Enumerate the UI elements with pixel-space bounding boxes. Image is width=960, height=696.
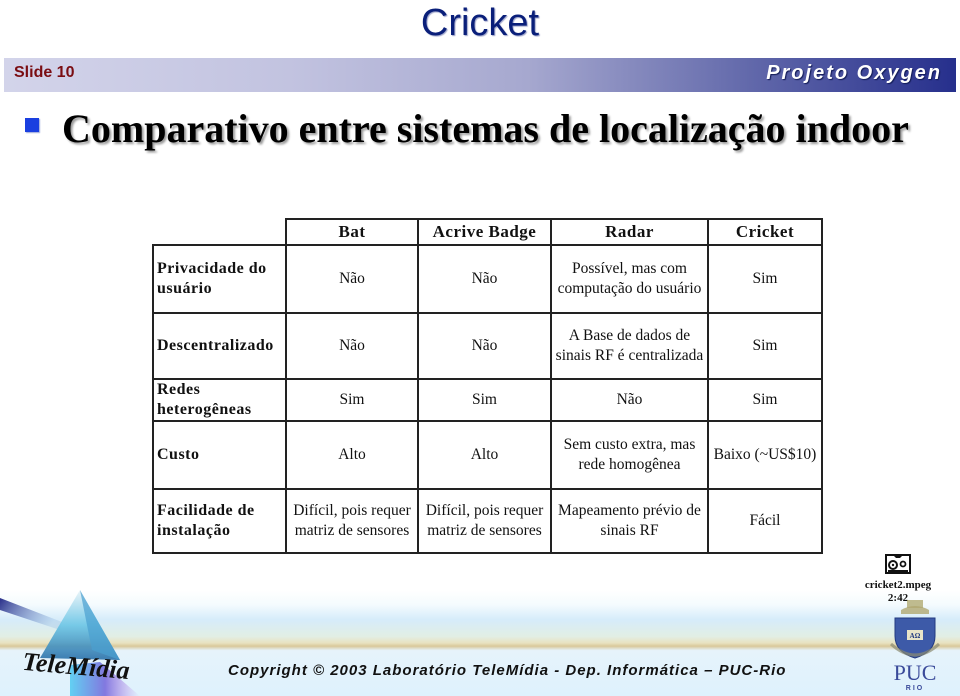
puc-rio-logo: AΩ PUC RIO <box>889 600 941 692</box>
table-cell: Não <box>417 312 552 380</box>
table-row: Privacidade do usuário Não Não Possível,… <box>152 244 823 314</box>
slide-top-title: Cricket <box>420 2 540 44</box>
table-cell: Sim <box>707 244 823 314</box>
table-row: Custo Alto Alto Sem custo extra, mas red… <box>152 420 823 490</box>
bullet-square-icon <box>25 118 39 132</box>
column-header-bat: Bat <box>285 218 419 246</box>
video-file-icon[interactable] <box>884 553 912 575</box>
slide-heading: Comparativo entre sistemas de localizaçã… <box>62 106 909 151</box>
table-cell: Difícil, pois requer matriz de sensores <box>285 488 419 554</box>
table-cell: Sim <box>707 312 823 380</box>
table-row: Facilidade de instalação Difícil, pois r… <box>152 488 823 554</box>
column-header-active-badge: Acrive Badge <box>417 218 552 246</box>
row-header: Custo <box>152 420 287 490</box>
table-cell: Mapeamento prévio de sinais RF <box>550 488 709 554</box>
header-band: Slide 10 Projeto Oxygen <box>4 58 956 92</box>
table-cell: Sim <box>707 378 823 422</box>
table-row: Redes heterogêneas Sim Sim Não Sim <box>152 378 823 422</box>
svg-text:RIO: RIO <box>906 685 924 692</box>
row-header: Descentralizado <box>152 312 287 380</box>
table-cell: Fácil <box>707 488 823 554</box>
telemidia-logo: TeleMídia <box>0 590 140 696</box>
table-cell: Não <box>550 378 709 422</box>
table-cell: Alto <box>285 420 419 490</box>
table-row: Descentralizado Não Não A Base de dados … <box>152 312 823 380</box>
table-cell: Sem custo extra, mas rede homogênea <box>550 420 709 490</box>
table-header-row: Bat Acrive Badge Radar Cricket <box>153 218 823 246</box>
svg-text:PUC: PUC <box>894 660 937 685</box>
table-cell: Alto <box>417 420 552 490</box>
media-attachment[interactable]: cricket2.mpeg 2:42 <box>848 553 948 605</box>
table-corner-cell <box>153 219 286 246</box>
table-cell: Não <box>285 244 419 314</box>
copyright-text: Copyright © 2003 Laboratório TeleMídia -… <box>228 662 787 679</box>
table-cell: Sim <box>417 378 552 422</box>
table-cell: Sim <box>285 378 419 422</box>
column-header-radar: Radar <box>550 218 709 246</box>
column-header-cricket: Cricket <box>707 218 823 246</box>
row-header: Redes heterogêneas <box>152 378 287 422</box>
row-header: Privacidade do usuário <box>152 244 287 314</box>
project-name: Projeto Oxygen <box>766 62 942 84</box>
media-filename: cricket2.mpeg <box>864 579 932 591</box>
table-cell: Possível, mas com computação do usuário <box>550 244 709 314</box>
row-header: Facilidade de instalação <box>152 488 287 554</box>
table-cell: A Base de dados de sinais RF é centraliz… <box>550 312 709 380</box>
comparison-table: Bat Acrive Badge Radar Cricket Privacida… <box>152 218 823 554</box>
slide-number: Slide 10 <box>14 64 75 81</box>
table-cell: Baixo (~US$10) <box>707 420 823 490</box>
table-cell: Não <box>417 244 552 314</box>
table-cell: Não <box>285 312 419 380</box>
table-cell: Difícil, pois requer matriz de sensores <box>417 488 552 554</box>
svg-text:AΩ: AΩ <box>910 632 921 640</box>
